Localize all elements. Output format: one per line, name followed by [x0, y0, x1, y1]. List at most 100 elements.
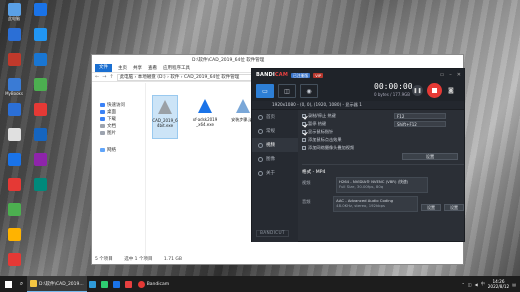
desk2-icon-7[interactable]	[28, 177, 52, 201]
sidebar-item-0[interactable]: 快速访问	[92, 101, 145, 108]
tab-home[interactable]: 主页	[118, 65, 127, 71]
video-format-box: H264 - NVIDIA® NVENC (VBR) (快速) Full Siz…	[336, 177, 428, 193]
format-settings-button[interactable]: 设置	[444, 204, 464, 211]
tab-file[interactable]: 文件	[95, 64, 112, 72]
forward-arrow-icon[interactable]: →	[102, 74, 106, 80]
desk1-icon-0[interactable]: 此电脑	[0, 2, 28, 26]
notification-icon[interactable]: ▤	[512, 282, 516, 287]
game-mode-button[interactable]: ◫	[278, 84, 296, 98]
search-icon[interactable]: ⌕	[16, 276, 27, 292]
bandicam-nav-label: 视频	[266, 143, 275, 148]
taskbar-store[interactable]	[111, 276, 123, 292]
desk1-icon-6[interactable]	[0, 152, 28, 176]
bandicam-nav-item-4[interactable]: 关于	[252, 166, 298, 180]
explorer-titlebar[interactable]: D:\软件\CAD_2019_64位 软件管理	[92, 55, 463, 64]
audio-format-row: 音频 AAC - Advanced Audio Coding 48.0KHz, …	[302, 196, 464, 212]
desk1-icon-9[interactable]	[0, 227, 28, 251]
option-checkbox[interactable]	[302, 114, 306, 118]
screenshot-camera-icon[interactable]: ◙	[448, 87, 454, 94]
taskbar-edge[interactable]	[87, 276, 99, 292]
sidebar-item-5[interactable]: 网络	[92, 146, 145, 153]
capture-area-info: 1920x1080 - (0, 0), (1920, 1080) - 显示器 1	[252, 101, 464, 110]
option-checkbox[interactable]	[302, 138, 306, 142]
tab-share[interactable]: 共享	[133, 65, 142, 71]
record-settings-button[interactable]: 设置	[402, 153, 458, 160]
desk1-icon-5[interactable]	[0, 127, 28, 151]
up-arrow-icon[interactable]: ↑	[109, 74, 113, 80]
app-shortcut-icon	[33, 53, 47, 66]
status-selected: 选中 1 个项目	[124, 257, 153, 262]
hotkey-field[interactable]: F12	[394, 113, 446, 119]
sidebar-item-label: 文档	[107, 123, 116, 129]
desk1-icon-4[interactable]	[0, 102, 28, 126]
desk1-icon-1[interactable]	[0, 27, 28, 51]
minimize-icon[interactable]: –	[449, 72, 452, 78]
back-arrow-icon[interactable]: ←	[95, 74, 99, 80]
volume-icon[interactable]: ◀	[475, 282, 478, 287]
desk2-icon-0[interactable]	[28, 2, 52, 26]
app-shortcut-icon	[33, 28, 47, 41]
input-lang[interactable]: 中	[481, 281, 485, 287]
record-timer: 00:00:00	[374, 82, 413, 91]
sidebar-item-2[interactable]: 下载	[92, 115, 145, 122]
desk1-icon-7[interactable]	[0, 177, 28, 201]
gamepad-icon: ◫	[284, 87, 290, 95]
sidebar-item-1[interactable]: 桌面	[92, 108, 145, 115]
app-shortcut-icon	[7, 78, 21, 91]
bandicam-titlebar[interactable]: BANDICAM 已注册版 VIP ▭ – ✕	[252, 69, 464, 81]
clock[interactable]: 14:26 2022/8/12	[488, 279, 509, 289]
bandicam-toolbar: ▭ ◫ ◉ 00:00:00 0 bytes / 177.9GB ❚❚ ◙	[252, 81, 464, 101]
format-title: 格式 - MP4	[302, 170, 326, 175]
nav-circle-icon	[258, 114, 263, 120]
option-checkbox[interactable]	[302, 122, 306, 126]
screen-mode-button[interactable]: ▭	[256, 84, 274, 98]
app-shortcut-icon	[33, 153, 47, 166]
desk2-icon-5[interactable]	[28, 127, 52, 151]
taskbar-app[interactable]	[123, 276, 135, 292]
option-checkbox[interactable]	[302, 130, 306, 134]
taskbar-chat[interactable]	[99, 276, 111, 292]
close-icon[interactable]: ✕	[457, 72, 461, 78]
window-controls: ▭ – ✕	[440, 72, 464, 78]
option-label: 添加网络摄像头叠加视频	[308, 145, 355, 150]
tab-app-tools[interactable]: 应用程序工具	[163, 65, 190, 71]
bandicam-nav-item-2[interactable]: 视频	[252, 138, 298, 152]
bandicam-nav-item-0[interactable]: 首页	[252, 110, 298, 124]
start-button[interactable]	[0, 276, 16, 292]
desk1-icon-3[interactable]: MyBooks	[0, 77, 28, 101]
record-options: 录制/停止 热键 F12 暂停 热键 Shift+F12 显示鼠标指针 添加鼠标点击效果添…	[302, 112, 464, 152]
vip-badge: VIP	[313, 72, 324, 78]
format-buttons: 设置 设置	[421, 204, 464, 212]
option-checkbox[interactable]	[302, 146, 306, 150]
desk1-icon-2[interactable]	[0, 52, 28, 76]
desk2-icon-2[interactable]	[28, 52, 52, 76]
network-icon[interactable]: ◫	[468, 282, 472, 287]
bandicut-link[interactable]: BANDICUT	[256, 230, 289, 237]
desk1-icon-10[interactable]	[0, 252, 28, 276]
desk2-icon-3[interactable]	[28, 77, 52, 101]
tray-up-icon[interactable]: ⌃	[462, 282, 465, 287]
record-stop-button[interactable]	[427, 83, 442, 98]
desk2-icon-1[interactable]	[28, 27, 52, 51]
sidebar-item-4[interactable]: 图片	[92, 129, 145, 136]
preset-button[interactable]: 设置	[421, 204, 441, 211]
file-item[interactable]: xf-adsk2019_x64.exe	[192, 95, 218, 139]
desk2-icon-6[interactable]	[28, 152, 52, 176]
bandicam-nav-item-1[interactable]: 常规	[252, 124, 298, 138]
file-item[interactable]: CAD_2019_64bit.exe	[152, 95, 178, 139]
desk2-icon-4[interactable]	[28, 102, 52, 126]
folder-icon[interactable]: ▭	[440, 72, 445, 78]
tab-view[interactable]: 查看	[148, 65, 157, 71]
app-shortcut-icon	[7, 3, 21, 16]
hotkey-field[interactable]: Shift+F12	[394, 121, 446, 127]
desk1-icon-8[interactable]	[0, 202, 28, 226]
file-thumbnail-icon	[234, 97, 252, 115]
pause-button[interactable]: ❚❚	[412, 85, 423, 96]
taskbar: ⌕ D:\软件\CAD_2019... Bandicam ⌃ ◫ ◀ 中 14:…	[0, 276, 520, 292]
nav-circle-icon	[258, 142, 263, 148]
bandicam-nav-item-3[interactable]: 图像	[252, 152, 298, 166]
device-mode-button[interactable]: ◉	[300, 84, 318, 98]
taskbar-explorer[interactable]: D:\软件\CAD_2019...	[27, 276, 87, 292]
sidebar-item-3[interactable]: 文档	[92, 122, 145, 129]
taskbar-bandicam[interactable]: Bandicam	[135, 276, 172, 292]
